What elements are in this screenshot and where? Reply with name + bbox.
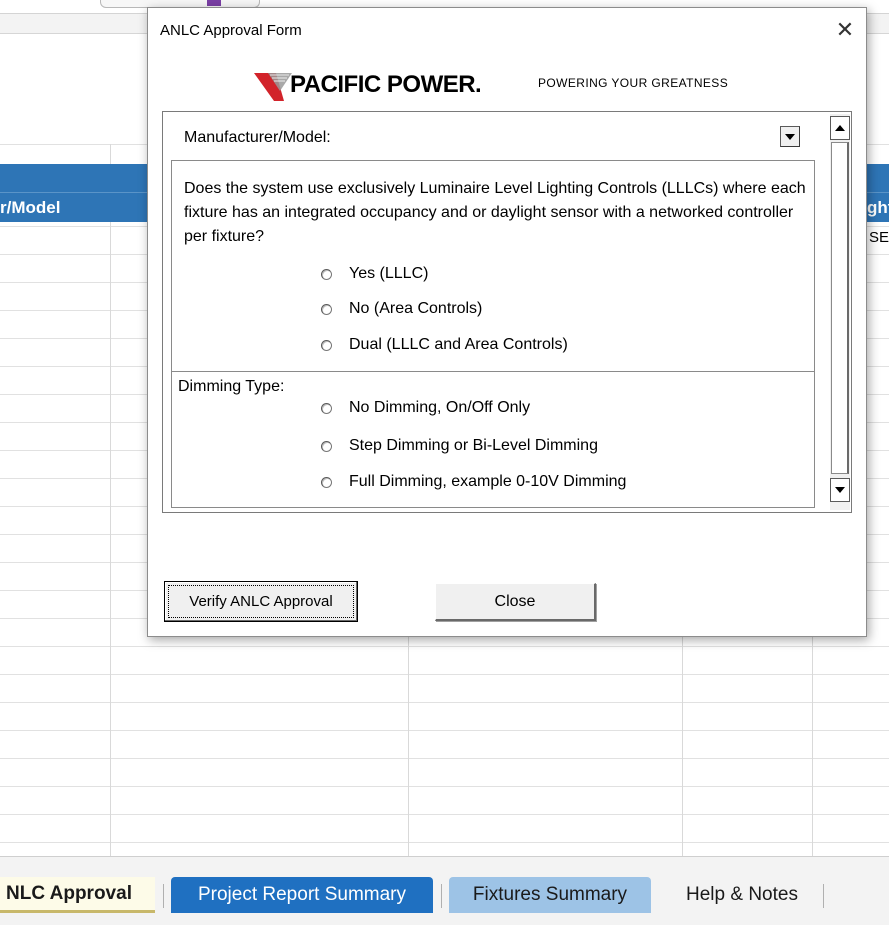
radio-label: Dual (LLLC and Area Controls) — [349, 336, 568, 353]
radio-option-no-dimming[interactable]: No Dimming, On/Off Only — [321, 399, 530, 417]
close-button[interactable]: Close — [435, 583, 596, 621]
dimming-group: Dimming Type: No Dimming, On/Off Only St… — [171, 371, 815, 508]
tab-separator — [823, 884, 824, 908]
radio-label: Step Dimming or Bi-Level Dimming — [349, 437, 598, 454]
radio-button[interactable] — [321, 402, 332, 414]
radio-button[interactable] — [321, 303, 332, 315]
radio-option-yes-lllc[interactable]: Yes (LLLC) — [321, 265, 428, 283]
radio-option-full-dimming[interactable]: Full Dimming, example 0-10V Dimming — [321, 473, 626, 491]
sheet-tab-anlc-approval[interactable]: NLC Approval — [0, 877, 155, 913]
controls-group: Does the system use exclusively Luminair… — [171, 160, 815, 371]
radio-button[interactable] — [321, 268, 332, 280]
dialog-titlebar[interactable]: ANLC Approval Form ✕ — [148, 8, 866, 58]
radio-option-step-dimming[interactable]: Step Dimming or Bi-Level Dimming — [321, 437, 598, 455]
grid-column-line — [110, 144, 111, 856]
chevron-up-icon — [835, 125, 845, 131]
dimming-type-label: Dimming Type: — [178, 378, 285, 395]
radio-option-dual[interactable]: Dual (LLLC and Area Controls) — [321, 336, 568, 354]
radio-label: Full Dimming, example 0-10V Dimming — [349, 473, 627, 490]
grid-row-line — [0, 758, 889, 759]
radio-label: Yes (LLLC) — [349, 265, 429, 282]
radio-button[interactable] — [321, 440, 332, 452]
grid-row-line — [0, 730, 889, 731]
tab-separator — [441, 884, 442, 908]
tab-separator — [163, 884, 164, 908]
focus-rectangle — [168, 585, 354, 618]
close-icon[interactable]: ✕ — [832, 18, 858, 44]
verify-anlc-approval-button[interactable]: Verify ANLC Approval — [164, 581, 358, 622]
sheet-tab-help-notes[interactable]: Help & Notes — [662, 877, 822, 913]
form-vertical-scrollbar[interactable] — [830, 114, 850, 510]
grid-row-line — [0, 786, 889, 787]
grid-row-line — [0, 646, 889, 647]
dialog-title: ANLC Approval Form — [160, 22, 302, 39]
grid-row-line — [0, 842, 889, 843]
scroll-up-button[interactable] — [830, 116, 850, 140]
pacific-power-logo: PACIFIC POWER. POWERING YOUR GREATNESS — [254, 68, 754, 104]
pacific-power-mark-icon — [254, 73, 292, 101]
form-scroll-frame: Manufacturer/Model: Does the system use … — [162, 111, 852, 513]
radio-label: No Dimming, On/Off Only — [349, 399, 531, 416]
scroll-down-button[interactable] — [830, 478, 850, 502]
logo-tagline: POWERING YOUR GREATNESS — [538, 76, 729, 90]
manufacturer-dropdown-button[interactable] — [780, 126, 800, 147]
excel-window: r/Model ght SE NLC Approval Project Repo… — [0, 0, 889, 925]
chevron-down-icon — [835, 487, 845, 493]
close-button-label: Close — [494, 592, 536, 610]
anlc-approval-dialog: ANLC Approval Form ✕ PACIFIC POWER. POWE… — [147, 7, 867, 637]
logo-brand-text: PACIFIC POWER. — [290, 71, 482, 98]
cell-right[interactable]: SE — [869, 229, 889, 246]
grid-row-line — [0, 674, 889, 675]
ribbon-icon — [207, 0, 221, 6]
lllc-question-text: Does the system use exclusively Luminair… — [184, 180, 806, 245]
grid-row-line — [0, 814, 889, 815]
radio-button[interactable] — [321, 476, 332, 488]
chevron-down-icon — [785, 133, 795, 140]
grid-row-line — [0, 702, 889, 703]
radio-button[interactable] — [321, 339, 332, 351]
manufacturer-model-label: Manufacturer/Model: — [184, 129, 331, 146]
radio-label: No (Area Controls) — [349, 300, 483, 317]
scrollbar-thumb[interactable] — [831, 142, 849, 474]
header-cell-model[interactable]: r/Model — [0, 198, 60, 218]
sheet-tab-fixtures-summary[interactable]: Fixtures Summary — [449, 877, 651, 913]
sheet-tab-project-report-summary[interactable]: Project Report Summary — [171, 877, 433, 913]
header-cell-right[interactable]: ght — [867, 198, 889, 218]
manufacturer-model-combobox[interactable] — [387, 122, 795, 150]
radio-option-no-area-controls[interactable]: No (Area Controls) — [321, 300, 482, 318]
